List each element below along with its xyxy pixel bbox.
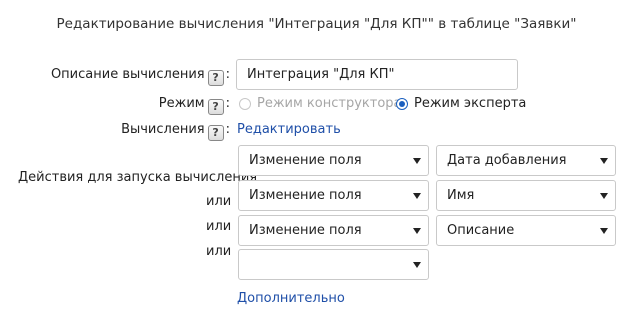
trigger-action-select-empty[interactable] bbox=[238, 249, 429, 280]
chevron-down-icon bbox=[413, 193, 421, 199]
calc-label: Вычисления bbox=[121, 122, 205, 137]
page-title: Редактирование вычисления "Интеграция "Д… bbox=[56, 16, 577, 32]
trigger-field-select[interactable]: Описание bbox=[436, 215, 616, 246]
chevron-down-icon bbox=[600, 193, 608, 199]
chevron-down-icon bbox=[600, 158, 608, 164]
trigger-action-select[interactable]: Изменение поля bbox=[238, 180, 429, 211]
chevron-down-icon bbox=[413, 262, 421, 268]
select-value: Изменение поля bbox=[249, 188, 362, 203]
select-value: Дата добавления bbox=[447, 153, 567, 168]
trigger-action-select[interactable]: Изменение поля bbox=[238, 145, 429, 176]
help-icon[interactable]: ? bbox=[207, 99, 224, 115]
triggers-label: Действия для запуска вычисления bbox=[18, 170, 258, 185]
description-label: Описание вычисления bbox=[50, 67, 205, 82]
description-input[interactable]: Интеграция "Для КП" bbox=[236, 59, 518, 90]
select-value: Имя bbox=[447, 188, 475, 203]
trigger-field-select[interactable]: Имя bbox=[436, 180, 616, 211]
or-label: или bbox=[206, 219, 232, 234]
more-options-link[interactable]: Дополнительно bbox=[237, 291, 345, 306]
help-icon[interactable]: ? bbox=[207, 70, 224, 86]
label-colon: : bbox=[225, 67, 230, 82]
mode-label: Режим bbox=[158, 96, 205, 111]
chevron-down-icon bbox=[600, 228, 608, 234]
or-label: или bbox=[206, 244, 232, 259]
trigger-action-select[interactable]: Изменение поля bbox=[238, 215, 429, 246]
edit-calculation-link[interactable]: Редактировать bbox=[237, 122, 341, 137]
mode-constructor-label: Режим конструктора bbox=[257, 96, 402, 111]
trigger-field-select[interactable]: Дата добавления bbox=[436, 145, 616, 176]
mode-expert-label: Режим эксперта bbox=[414, 96, 527, 111]
chevron-down-icon bbox=[413, 228, 421, 234]
label-colon: : bbox=[225, 122, 230, 137]
chevron-down-icon bbox=[413, 158, 421, 164]
label-colon: : bbox=[225, 96, 230, 111]
calc-label-row: Вычисления?: bbox=[121, 122, 230, 141]
select-value: Описание bbox=[447, 223, 515, 238]
help-icon[interactable]: ? bbox=[207, 125, 224, 141]
description-label-row: Описание вычисления?: bbox=[51, 67, 230, 86]
mode-label-row: Режим?: bbox=[159, 96, 230, 115]
select-value: Изменение поля bbox=[249, 223, 362, 238]
or-label: или bbox=[206, 194, 232, 209]
mode-constructor-radio[interactable] bbox=[239, 98, 251, 110]
select-value: Изменение поля bbox=[249, 153, 362, 168]
mode-expert-radio[interactable] bbox=[396, 98, 408, 110]
